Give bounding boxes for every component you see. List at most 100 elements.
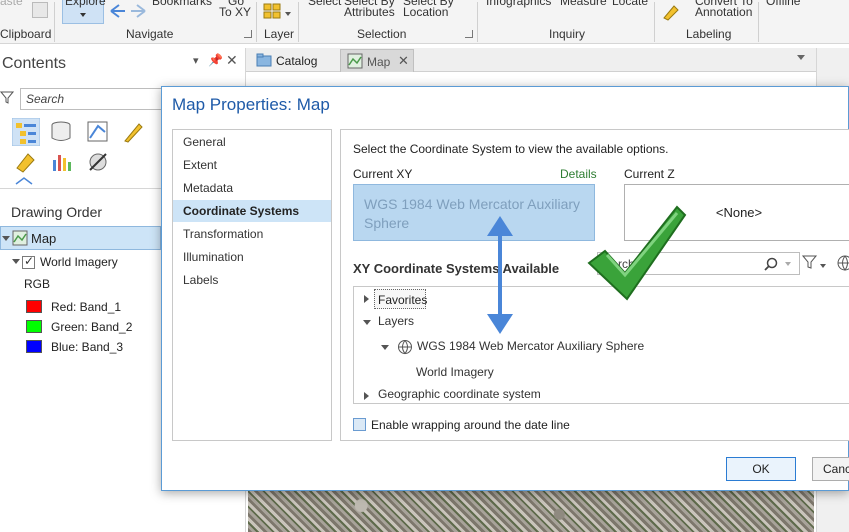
measure-button[interactable]: Measure [560,0,607,8]
wrap-dateline-checkbox[interactable] [353,418,366,431]
red-swatch[interactable] [26,300,42,313]
add-layer-icon[interactable] [263,2,291,22]
double-arrow-annotation-icon [487,216,513,334]
tab-map[interactable]: Map ✕ [340,49,414,72]
filter-icon[interactable] [802,254,828,272]
inquiry-group-label: Inquiry [549,27,586,41]
infographics-button[interactable]: Infographics [486,0,551,8]
offline-button[interactable]: Offline [766,0,800,8]
nav-illumination[interactable]: Illumination [173,246,331,268]
paste-label[interactable]: aste [0,0,23,8]
tree-layers[interactable]: Layers [378,314,414,328]
collapse-icon[interactable] [363,320,371,325]
nav-extent[interactable]: Extent [173,154,331,176]
wrap-dateline-label: Enable wrapping around the date line [371,418,570,432]
goto-xy-button[interactable]: To XY [219,5,251,19]
ok-button[interactable]: OK [726,457,796,481]
locate-button[interactable]: Locate [612,0,648,8]
paste-icon[interactable] [32,2,48,18]
map-item-label: Map [31,231,57,246]
nav-metadata[interactable]: Metadata [173,177,331,199]
view-tab-bar: Catalog Map ✕ [246,48,816,72]
list-by-drawing-order-icon[interactable] [12,118,40,146]
search-placeholder: Search [26,92,65,106]
nav-transformation[interactable]: Transformation [173,223,331,245]
bookmarks-button[interactable]: Bookmarks [152,0,212,8]
green-band-label: Green: Band_2 [51,320,133,334]
explore-button[interactable]: Explore [62,0,106,24]
cancel-button[interactable]: Canc [812,457,849,481]
selection-launcher-icon[interactable] [465,30,473,38]
globe-icon [398,340,412,355]
list-by-selection-icon[interactable] [86,120,110,144]
map-item[interactable]: Map [0,226,161,250]
search-icon[interactable] [764,257,778,271]
nav-general[interactable]: General [173,131,331,153]
world-imagery-layer[interactable]: World Imagery [40,255,118,269]
instructions-text: Select the Coordinate System to view the… [353,142,669,156]
details-link[interactable]: Details [560,167,597,181]
list-by-source-icon[interactable] [50,120,74,144]
back-forward-arrows-icon[interactable] [108,3,148,19]
select-by-attributes-button[interactable]: Attributes [344,5,395,19]
pane-options-icon[interactable]: ▾ [193,54,199,67]
nav-coordinate-systems[interactable]: Coordinate Systems [173,200,331,222]
list-by-snapping-icon[interactable] [86,150,110,174]
list-by-charts-icon[interactable] [50,150,74,174]
tab-dropdown-icon[interactable] [797,55,805,60]
properties-nav: General Extent Metadata Coordinate Syste… [172,129,332,441]
green-checkmark-icon [587,205,687,301]
drawing-order-heading: Drawing Order [11,204,103,220]
current-z-label: Current Z [624,167,675,181]
world-imagery-checkbox[interactable]: ✓ [22,254,35,269]
expand-icon[interactable] [364,295,369,303]
contents-title: Contents [2,55,67,72]
filter-icon[interactable] [0,90,14,104]
collapse-icon[interactable] [2,236,10,241]
tree-world-imagery[interactable]: World Imagery [416,365,494,379]
expand-icon[interactable] [364,392,369,400]
green-swatch[interactable] [26,320,42,333]
labeling-group-label: Labeling [686,27,732,41]
current-xy-label: Current XY [353,167,413,181]
rgb-label: RGB [24,277,51,291]
close-icon[interactable]: ✕ [226,52,238,69]
separator [477,2,478,42]
nav-labels[interactable]: Labels [173,269,331,291]
select-button[interactable]: Select [308,0,341,8]
world-imagery-map[interactable] [248,488,814,532]
tree-favorites[interactable]: Favorites [374,289,427,309]
separator [256,2,257,42]
close-tab-icon[interactable]: ✕ [398,53,409,69]
blue-swatch[interactable] [26,340,42,353]
expand-tools-icon[interactable] [14,176,34,186]
tab-catalog[interactable]: Catalog [252,51,342,71]
navigate-launcher-icon[interactable] [244,30,252,38]
tree-geographic[interactable]: Geographic coordinate system [378,387,541,401]
select-by-location-button[interactable]: Location [403,5,448,19]
collapse-icon[interactable] [381,345,389,350]
explore-label: Explore [65,0,106,8]
contents-search-input[interactable]: Search [20,88,170,110]
list-by-labeling-icon[interactable] [14,150,38,174]
current-z-text: <None> [715,205,763,220]
separator [54,2,55,42]
dialog-title: Map Properties: Map [172,95,330,114]
separator [654,2,655,42]
coordinate-system-tree: Favorites Layers WGS 1984 Web Mercator A… [353,286,849,404]
pin-icon[interactable]: 📌 [208,53,223,67]
tab-map-label: Map [367,55,391,69]
globe-options-icon[interactable] [836,254,849,272]
ribbon: aste Clipboard Explore Bookmarks Go To X… [0,0,849,44]
red-band-label: Red: Band_1 [51,300,122,314]
blue-band-label: Blue: Band_3 [51,340,124,354]
chevron-down-icon [80,13,86,17]
collapse-icon[interactable] [12,259,20,264]
selection-group-label: Selection [357,27,407,41]
convert-annotation-icon[interactable] [661,3,681,21]
convert-to-annotation-button[interactable]: Annotation [695,5,752,19]
tree-wgs-web-mercator[interactable]: WGS 1984 Web Mercator Auxiliary Sphere [417,339,644,353]
list-by-editing-icon[interactable] [122,120,146,144]
chevron-down-icon[interactable] [785,262,791,266]
map-icon [12,230,28,246]
